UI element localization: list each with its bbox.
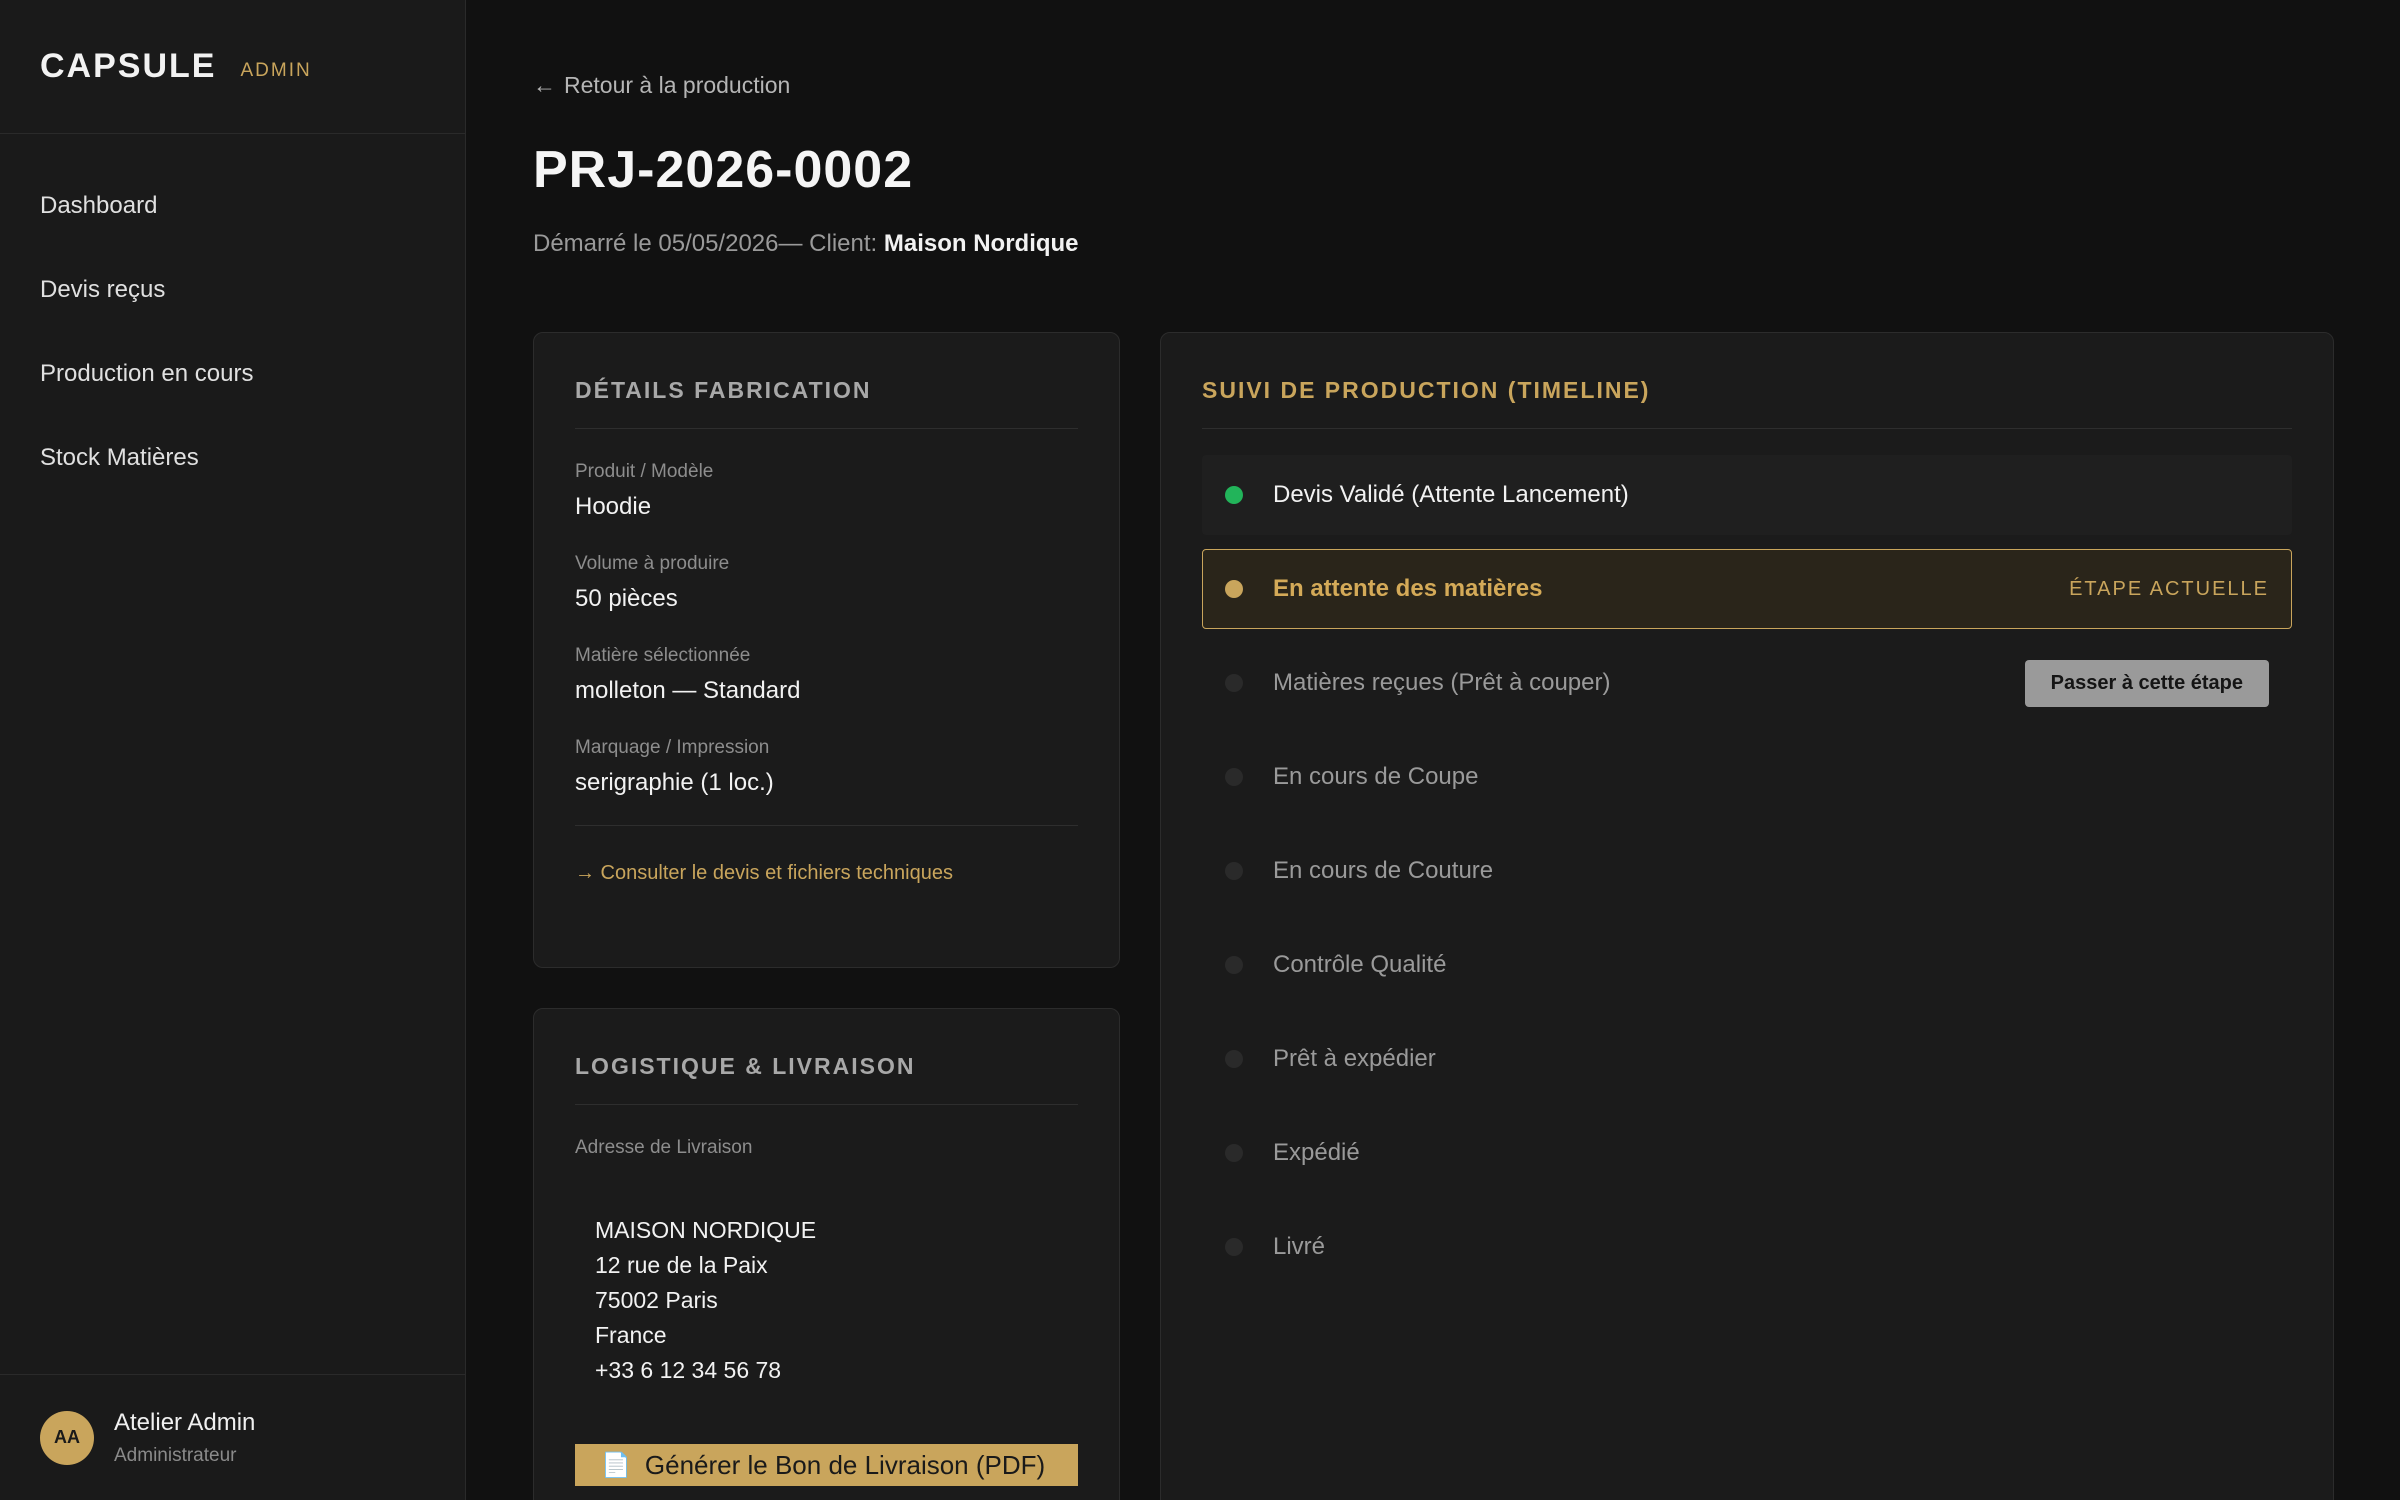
step-label: Matières reçues (Prêt à couper)	[1273, 669, 1611, 696]
timeline-title: SUIVI DE PRODUCTION (TIMELINE)	[1202, 377, 2292, 429]
timeline-card: SUIVI DE PRODUCTION (TIMELINE) Devis Val…	[1160, 332, 2334, 1500]
sidebar-item-production[interactable]: Production en cours	[0, 332, 465, 416]
user-name: Atelier Admin	[114, 1408, 256, 1436]
status-pending-dot	[1225, 862, 1243, 880]
step-label: En cours de Couture	[1273, 857, 1494, 884]
field-value: 50 pièces	[575, 585, 678, 612]
status-pending-dot	[1225, 674, 1243, 692]
step-label: En cours de Coupe	[1273, 763, 1479, 790]
user-text: Atelier Admin Administrateur	[114, 1409, 255, 1467]
field-label: Matière sélectionnée	[575, 645, 751, 666]
timeline-step: Devis Validé (Attente Lancement)	[1202, 455, 2292, 535]
status-pending-dot	[1225, 1238, 1243, 1256]
brand-name[interactable]: CAPSULE	[40, 47, 216, 86]
timeline-step: Expédié	[1202, 1113, 2292, 1193]
step-label: Livré	[1273, 1233, 1326, 1260]
field-label: Produit / Modèle	[575, 461, 714, 482]
details-title: DÉTAILS FABRICATION	[575, 377, 1078, 429]
avatar: AA	[40, 1410, 94, 1465]
timeline-step-current: En attente des matières ÉTAPE ACTUELLE	[1202, 549, 2292, 629]
status-done-dot	[1225, 486, 1243, 504]
logistics-card: LOGISTIQUE & LIVRAISON Adresse de Livrai…	[533, 1008, 1120, 1500]
details-card: DÉTAILS FABRICATION Produit / Modèle Hoo…	[533, 332, 1120, 968]
timeline-step: En cours de Coupe	[1202, 737, 2292, 817]
step-label: Expédié	[1273, 1139, 1360, 1166]
advance-step-button[interactable]: Passer à cette étape	[2024, 659, 2269, 707]
timeline-step: Matières reçues (Prêt à couper) Passer à…	[1202, 643, 2292, 723]
user-profile[interactable]: AA Atelier Admin Administrateur	[0, 1374, 466, 1500]
status-current-dot	[1225, 580, 1243, 598]
sidebar-item-devis-recus[interactable]: Devis reçus	[0, 248, 465, 332]
timeline-step: En cours de Couture	[1202, 831, 2292, 911]
step-label: En attente des matières	[1273, 575, 1543, 602]
field-marking: Marquage / Impression serigraphie (1 loc…	[575, 737, 1078, 797]
sidebar-item-stock[interactable]: Stock Matières	[0, 416, 465, 500]
address-line: France	[595, 1322, 667, 1348]
start-date-text: Démarré le 05/05/2026— Client:	[533, 230, 884, 257]
logistics-title: LOGISTIQUE & LIVRAISON	[575, 1053, 1078, 1105]
client-name: Maison Nordique	[883, 230, 1079, 257]
divider	[575, 825, 1078, 826]
field-label: Marquage / Impression	[575, 737, 770, 758]
field-value: Hoodie	[575, 493, 652, 520]
brand-tag: ADMIN	[240, 59, 312, 81]
generate-pdf-label: Générer le Bon de Livraison (PDF)	[644, 1449, 1046, 1480]
sidebar-nav: Dashboard Devis reçus Production en cour…	[0, 134, 465, 500]
field-value: molleton — Standard	[575, 677, 801, 704]
sidebar: CAPSULE ADMIN Dashboard Devis reçus Prod…	[0, 0, 466, 1500]
document-icon: 📄	[601, 1451, 631, 1479]
status-pending-dot	[1225, 956, 1243, 974]
field-value: serigraphie (1 loc.)	[575, 769, 774, 796]
sidebar-item-dashboard[interactable]: Dashboard	[0, 164, 465, 248]
address-line: 75002 Paris	[595, 1287, 718, 1313]
devis-files-link[interactable]: → Consulter le devis et fichiers techniq…	[575, 862, 1078, 885]
current-step-badge: ÉTAPE ACTUELLE	[2069, 577, 2269, 600]
field-material: Matière sélectionnée molleton — Standard	[575, 645, 1078, 705]
delivery-address: MAISON NORDIQUE 12 rue de la Paix 75002 …	[575, 1213, 1078, 1388]
user-role: Administrateur	[114, 1444, 237, 1466]
field-label: Volume à produire	[575, 553, 730, 574]
step-label: Devis Validé (Attente Lancement)	[1273, 481, 1629, 508]
address-label: Adresse de Livraison	[575, 1137, 753, 1158]
page-title: PRJ-2026-0002	[533, 141, 914, 199]
step-label: Contrôle Qualité	[1273, 951, 1447, 978]
field-product: Produit / Modèle Hoodie	[575, 461, 1078, 521]
status-pending-dot	[1225, 1144, 1243, 1162]
field-address-label: Adresse de Livraison	[575, 1137, 1078, 1159]
field-volume: Volume à produire 50 pièces	[575, 553, 1078, 613]
generate-pdf-button[interactable]: 📄 Générer le Bon de Livraison (PDF)	[575, 1444, 1078, 1486]
back-link[interactable]: ← Retour à la production	[533, 72, 790, 99]
status-pending-dot	[1225, 1050, 1243, 1068]
status-pending-dot	[1225, 768, 1243, 786]
timeline-step: Livré	[1202, 1207, 2292, 1287]
address-line: 12 rue de la Paix	[595, 1252, 768, 1278]
timeline-step: Contrôle Qualité	[1202, 925, 2292, 1005]
brand: CAPSULE ADMIN	[0, 0, 465, 134]
step-label: Prêt à expédier	[1273, 1045, 1436, 1072]
address-line: +33 6 12 34 56 78	[595, 1357, 782, 1383]
project-subtitle: Démarré le 05/05/2026— Client: Maison No…	[533, 230, 1079, 258]
timeline-step: Prêt à expédier	[1202, 1019, 2292, 1099]
arrow-left-icon: ←	[533, 72, 556, 98]
address-line: MAISON NORDIQUE	[595, 1217, 817, 1243]
back-link-label: Retour à la production	[564, 72, 791, 98]
